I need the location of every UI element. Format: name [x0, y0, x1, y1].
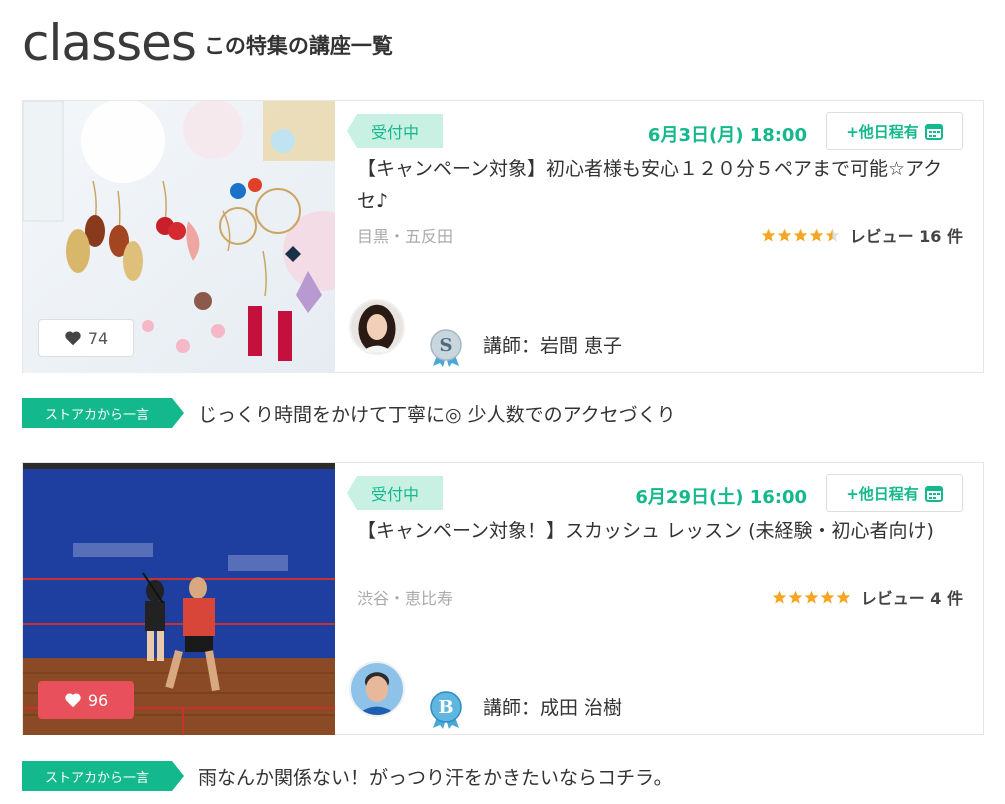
star-icon — [788, 590, 802, 603]
instructor-name[interactable]: 講師：岩間 恵子 — [483, 331, 622, 358]
star-icon — [809, 228, 823, 241]
class-card[interactable]: 96 受付中 6月29日(土) 16:00 +他日程有 【キャンペーン対象！】ス… — [22, 462, 984, 735]
half-star-icon — [825, 228, 839, 241]
class-datetime: 6月3日(月) 18:00 — [647, 125, 807, 146]
calendar-icon — [924, 124, 943, 140]
star-icon — [761, 228, 775, 241]
store-comment-text: 雨なんか関係ない！がっつり汗をかきたいならコチラ。 — [198, 766, 673, 789]
class-title[interactable]: 【キャンペーン対象！】スカッシュ レッスン (未経験・初心者向け) — [357, 515, 957, 547]
class-area[interactable]: 目黒・五反田 — [357, 223, 453, 247]
other-dates-label: +他日程有 — [846, 484, 919, 503]
star-icon — [836, 590, 850, 603]
store-comment: ストアカから一言 じっくり時間をかけて丁寧に◎ 少人数でのアクセづくり — [22, 398, 676, 428]
brand-logo: classes — [22, 14, 197, 72]
star-icon — [772, 590, 786, 603]
review-count: レビュー 16 件 — [849, 227, 963, 246]
other-dates-label: +他日程有 — [846, 122, 919, 141]
class-title[interactable]: 【キャンペーン対象】初心者様も安心１２０分５ペアまで可能☆アクセ♪ — [357, 153, 957, 217]
store-comment-text: じっくり時間をかけて丁寧に◎ 少人数でのアクセづくり — [198, 403, 676, 426]
class-card[interactable]: 74 受付中 6月3日(月) 18:00 +他日程有 【キャンペーン対象】初心者… — [22, 100, 984, 373]
class-datetime: 6月29日(土) 16:00 — [635, 487, 807, 508]
star-icon — [793, 228, 807, 241]
like-button[interactable]: 74 — [38, 319, 134, 357]
star-icon — [820, 590, 834, 603]
class-area[interactable]: 渋谷・恵比寿 — [357, 585, 453, 609]
store-comment: ストアカから一言 雨なんか関係ない！がっつり汗をかきたいならコチラ。 — [22, 761, 673, 791]
like-button[interactable]: 96 — [38, 681, 134, 719]
heart-icon — [65, 331, 81, 346]
svg-text:B: B — [438, 697, 453, 718]
calendar-icon — [924, 486, 943, 502]
review-count: レビュー 4 件 — [860, 589, 963, 608]
like-count: 74 — [87, 328, 109, 348]
like-count: 96 — [87, 690, 109, 710]
rank-s-badge-icon: S — [430, 329, 462, 367]
page-title: この特集の講座一覧 — [203, 34, 393, 58]
store-comment-tag: ストアカから一言 — [22, 761, 184, 791]
rank-b-badge-icon: B — [430, 691, 462, 729]
rating[interactable]: レビュー 16 件 — [761, 223, 963, 247]
other-dates-button[interactable]: +他日程有 — [826, 112, 963, 150]
instructor-avatar[interactable] — [349, 299, 405, 355]
star-icon — [777, 228, 791, 241]
store-comment-tag: ストアカから一言 — [22, 398, 184, 428]
other-dates-button[interactable]: +他日程有 — [826, 474, 963, 512]
heart-icon — [65, 693, 81, 708]
status-badge: 受付中 — [347, 114, 443, 148]
instructor-name[interactable]: 講師：成田 治樹 — [483, 693, 622, 720]
status-badge: 受付中 — [347, 476, 443, 510]
rating[interactable]: レビュー 4 件 — [772, 585, 963, 609]
page-header: classes この特集の講座一覧 — [22, 8, 393, 72]
svg-text:S: S — [440, 335, 453, 356]
rating-stars — [761, 228, 840, 243]
star-icon — [804, 590, 818, 603]
instructor-avatar[interactable] — [349, 661, 405, 717]
rating-stars — [772, 590, 851, 605]
